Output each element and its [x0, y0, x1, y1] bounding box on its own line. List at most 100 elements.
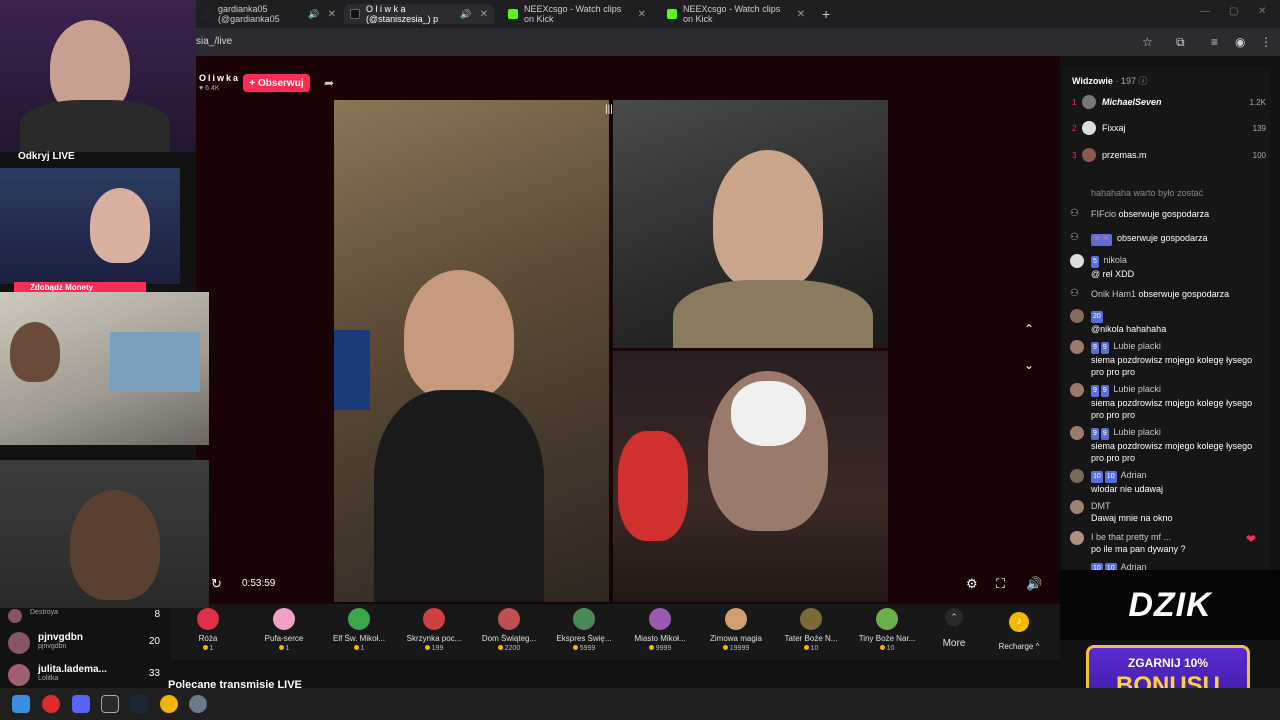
heart-icon[interactable]: ❤ — [1246, 532, 1256, 546]
potato-icon — [800, 608, 822, 630]
more-gifts-button[interactable]: ⌃ More — [935, 608, 973, 649]
kick-icon — [508, 9, 518, 19]
star-icon[interactable]: ☆ — [1142, 35, 1153, 49]
menu-icon[interactable]: ⋮ — [1260, 35, 1272, 49]
chevron-up-icon[interactable]: ⌃ — [1024, 322, 1034, 336]
settings-app-icon[interactable] — [189, 695, 207, 713]
settings-icon[interactable]: ⚙ — [966, 576, 978, 592]
person-face — [713, 150, 823, 290]
chat-username[interactable]: I be that pretty mf ... — [1091, 532, 1171, 542]
top-viewer-row[interactable]: 3 przemas.m 100 — [1072, 147, 1266, 163]
level-badge: 5 — [1091, 256, 1099, 268]
top-viewer-row[interactable]: 2 Fixxaj 139 — [1072, 120, 1266, 136]
browser-tab-4[interactable]: NEEXcsgo - Watch clips on Kick ✕ — [661, 4, 811, 24]
chat-username[interactable]: Adrian — [1121, 470, 1147, 480]
browser-tab-2[interactable]: O l i w k a (@staniszesia_) p 🔊 ✕ — [344, 4, 494, 24]
close-icon[interactable]: ✕ — [797, 9, 805, 20]
close-icon[interactable]: ✕ — [638, 9, 646, 20]
rose-icon — [197, 608, 219, 630]
avatar — [1070, 340, 1084, 354]
chat-username[interactable]: Adrian — [1121, 562, 1147, 570]
browser-tab-3[interactable]: NEEXcsgo - Watch clips on Kick ✕ — [502, 4, 652, 24]
user-name: pjnvgdbn — [38, 632, 83, 643]
os-taskbar — [0, 688, 1280, 720]
person-face — [10, 322, 60, 382]
left-user-row[interactable]: Destroya 8 — [8, 609, 160, 623]
left-user-row[interactable]: julita.ladema... Lolitka 33 — [8, 664, 160, 686]
gift-item[interactable]: Miasto Mikoł... 9999 — [625, 608, 695, 652]
emoji-badge: 👾👾 — [1091, 234, 1113, 246]
gift-item[interactable]: Tater Boże N... 10 — [776, 608, 846, 652]
chat-text: obserwuje gospodarza — [1138, 289, 1230, 299]
viewer-score: 139 — [1252, 123, 1266, 133]
chat-username[interactable]: nikola — [1103, 255, 1127, 265]
chat-username[interactable]: Lubie placki — [1113, 341, 1161, 351]
info-icon[interactable]: ⓘ — [1138, 76, 1147, 86]
gift-item[interactable]: Róża 1 — [173, 608, 243, 652]
avatar — [8, 664, 30, 686]
gift-item[interactable]: Dom Świąteg... 2200 — [474, 608, 544, 652]
recharge-button[interactable]: ♪ Recharge ^ — [995, 612, 1043, 651]
reload-icon[interactable]: ↻ — [211, 576, 222, 592]
new-tab-button[interactable]: + — [822, 6, 830, 22]
gift-item[interactable]: Skrzynka poc... 199 — [399, 608, 469, 652]
chat-message: 20 @nikola hahahaha — [1070, 309, 1265, 335]
level-badge: 10 — [1091, 471, 1103, 483]
gift-price: 1 — [324, 645, 394, 652]
gift-item[interactable]: Pufa-serce 1 — [249, 608, 319, 652]
close-icon[interactable]: ✕ — [480, 9, 488, 20]
gift-item[interactable]: Ekspres Świę... 5999 — [549, 608, 619, 652]
user-follow-icon: ⚇ — [1070, 288, 1079, 299]
steam-icon[interactable] — [130, 695, 148, 713]
chat-text: siema pozdrowisz mojego kolegę łysego pr… — [1091, 441, 1253, 463]
speaker-icon[interactable]: 🔊 — [460, 9, 471, 20]
speaker-icon[interactable]: 🔊 — [308, 9, 319, 20]
chat-username[interactable]: Lubie placki — [1113, 427, 1161, 437]
gift-price: 10 — [852, 645, 922, 652]
video-guest-1[interactable] — [334, 100, 609, 602]
app-icon[interactable] — [101, 695, 119, 713]
gift-price: 9999 — [625, 645, 695, 652]
chat-username[interactable]: FIFcio — [1091, 209, 1116, 219]
gift-item[interactable]: Tiny Boże Nar... 10 — [852, 608, 922, 652]
extensions-icon[interactable]: ⧉ — [1176, 35, 1185, 50]
profile-icon[interactable]: ◉ — [1235, 35, 1245, 49]
likes-count: 6.4K — [205, 85, 220, 92]
host-name[interactable]: Oliwka — [199, 73, 240, 83]
windows-start-icon[interactable] — [12, 695, 30, 713]
sponsor-logo: DZIK — [1128, 585, 1212, 624]
discord-icon[interactable] — [72, 695, 90, 713]
share-icon[interactable]: ➦ — [324, 76, 334, 90]
gift-name: Miasto Mikoł... — [634, 634, 686, 643]
maximize-icon[interactable]: ▢ — [1229, 6, 1238, 17]
close-icon[interactable]: ✕ — [328, 9, 336, 20]
viewers-header[interactable]: Widzowie · 197 ⓘ — [1072, 74, 1147, 87]
opera-icon[interactable] — [42, 695, 60, 713]
avatar — [1070, 254, 1084, 268]
chat-username[interactable]: Lubie placki — [1113, 384, 1161, 394]
elf-icon — [348, 608, 370, 630]
viewer-name: MichaelSeven — [1102, 97, 1162, 107]
minimize-icon[interactable]: — — [1200, 6, 1210, 17]
train-icon — [573, 608, 595, 630]
gift-item[interactable]: Elf Św. Mikoł... 1 — [324, 608, 394, 652]
fullscreen-icon[interactable]: ⛶ — [996, 576, 1005, 592]
discover-live-link[interactable]: Odkryj LIVE — [18, 151, 75, 162]
gift-item[interactable]: Zimowa magia 19999 — [701, 608, 771, 652]
browser-tab-1[interactable]: gardianka05 (@gardianka05 🔊 ✕ — [196, 4, 342, 24]
left-user-row[interactable]: pjnvgdbn pjnvgdbn 20 — [8, 632, 160, 654]
follow-button[interactable]: + Obserwuj — [243, 74, 310, 92]
avatar — [1070, 500, 1084, 514]
chat-username[interactable]: DMT — [1091, 501, 1111, 511]
media-icon[interactable]: ≡ — [1211, 35, 1218, 49]
volume-icon[interactable]: 🔊 — [1026, 576, 1042, 592]
top-viewer-row[interactable]: 1 MichaelSeven 1.2K — [1072, 94, 1266, 110]
video-guest-2[interactable] — [613, 100, 888, 348]
video-guest-3[interactable] — [613, 351, 888, 602]
url-field[interactable]: sia_/live — [196, 36, 232, 47]
close-window-icon[interactable]: ✕ — [1258, 6, 1266, 17]
chat-username[interactable]: Onik Ham1 — [1091, 289, 1136, 299]
webcam-guest-2 — [0, 292, 209, 445]
chevron-down-icon[interactable]: ⌄ — [1024, 358, 1034, 372]
chrome-icon[interactable] — [160, 695, 178, 713]
